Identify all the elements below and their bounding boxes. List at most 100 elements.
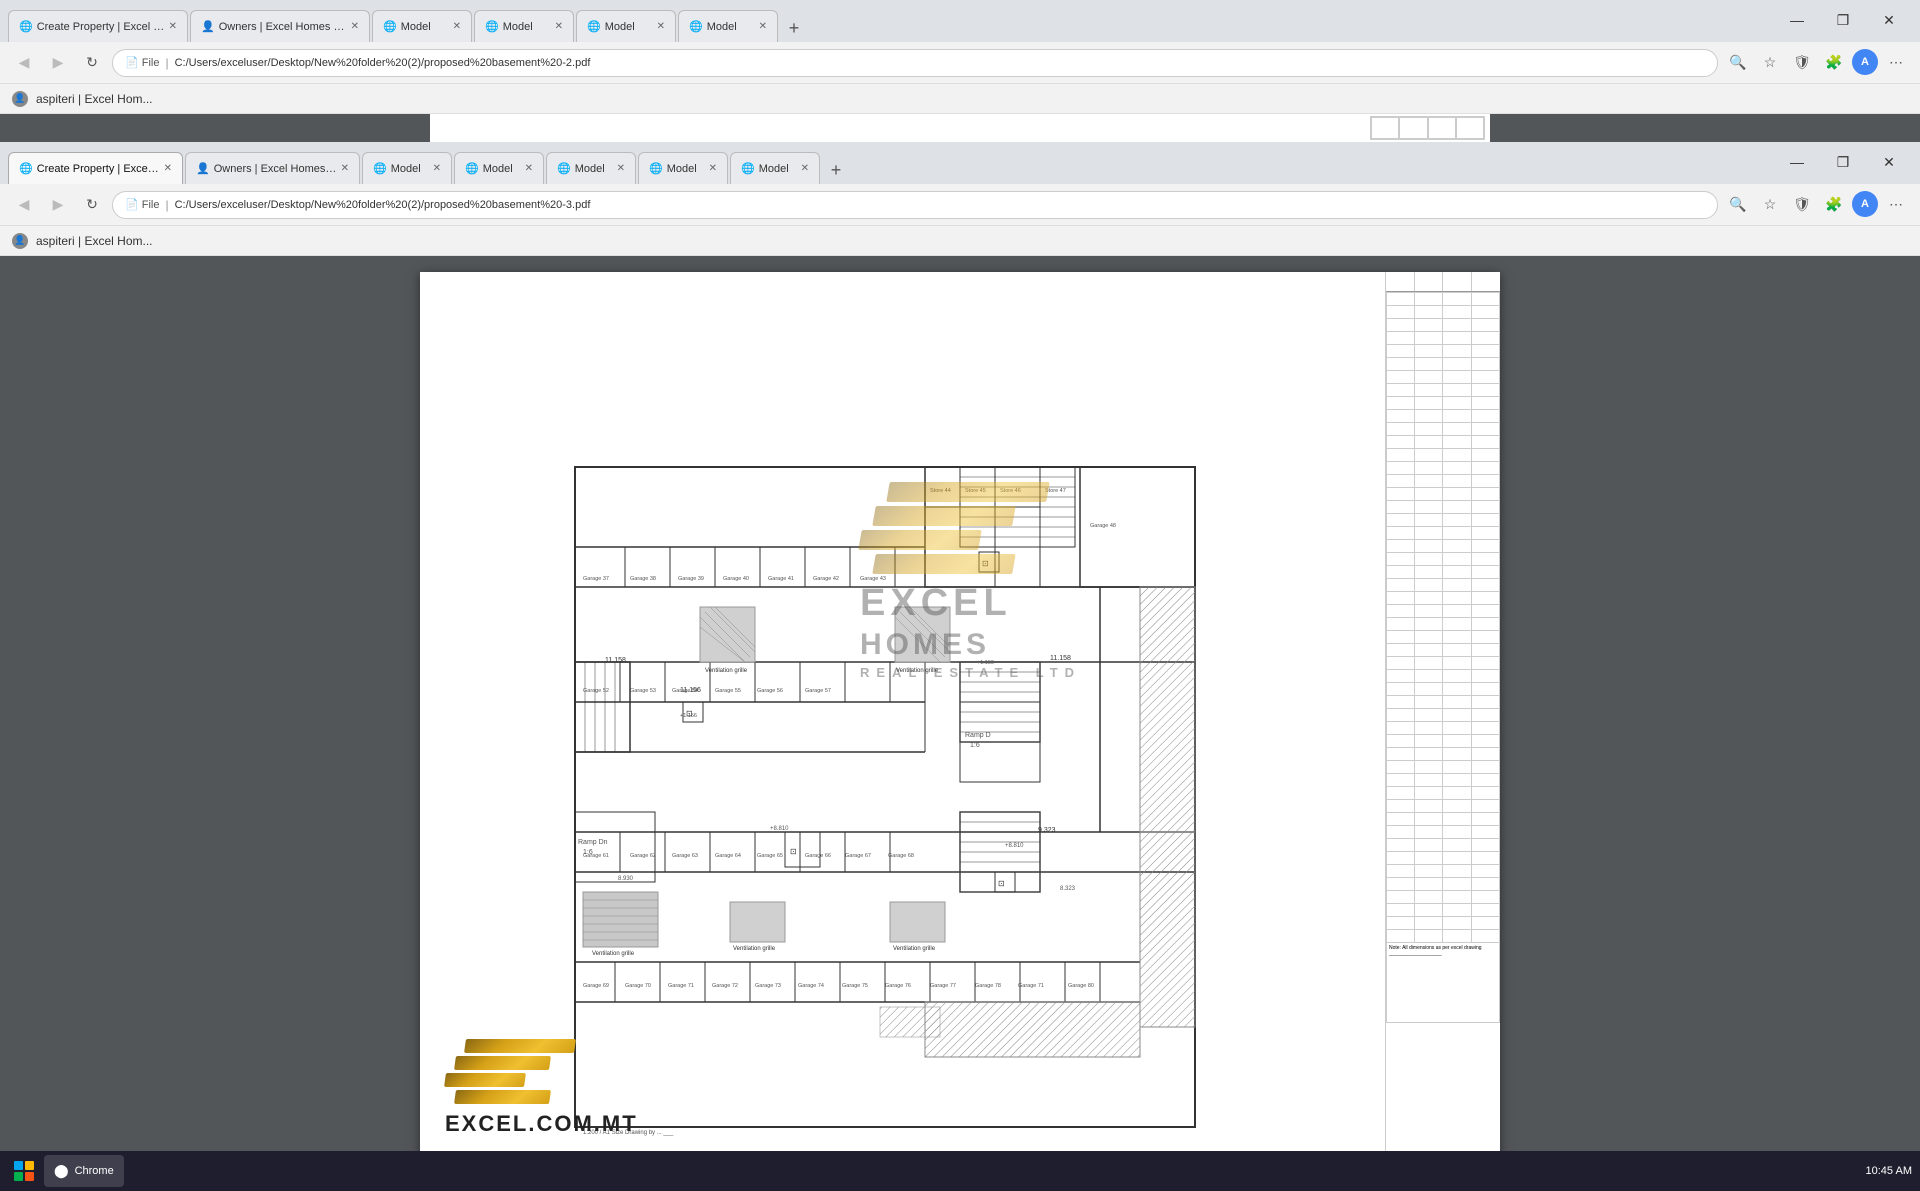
globe-icon2: 🌐 bbox=[485, 20, 499, 33]
svg-text:Ramp D: Ramp D bbox=[965, 732, 991, 739]
svg-text:+8.810: +8.810 bbox=[770, 826, 789, 832]
right-table-panel: Note: All dimensions as per excel drawin… bbox=[1385, 272, 1500, 1162]
svg-text:Garage 71: Garage 71 bbox=[668, 983, 694, 989]
forward-button-bottom[interactable]: ▶ bbox=[44, 191, 72, 219]
svg-text:⊡: ⊡ bbox=[998, 879, 1005, 888]
shield-icon[interactable]: 🛡 bbox=[1788, 49, 1816, 77]
page-icon: 🌐 bbox=[19, 20, 33, 33]
svg-text:Garage 78: Garage 78 bbox=[975, 983, 1001, 989]
brand-text-bottom: EXCEL.COM.MT bbox=[445, 1111, 638, 1137]
svg-text:+1.156: +1.156 bbox=[680, 713, 697, 719]
tab-close-icon2[interactable]: ✕ bbox=[351, 21, 359, 32]
pdf-page: Ventilation grille Ventilation grille bbox=[420, 272, 1500, 1162]
reload-button-top[interactable]: ↻ bbox=[78, 49, 106, 77]
settings-icon[interactable]: ⋯ bbox=[1882, 49, 1910, 77]
restore-button-top[interactable]: ❐ bbox=[1820, 4, 1866, 36]
page-icon-b: 🌐 bbox=[19, 162, 33, 175]
tab-owners-bottom[interactable]: 👤 Owners | Excel Homes Real... ✕ bbox=[185, 152, 360, 184]
tab-model-3-top[interactable]: 🌐 Model ✕ bbox=[576, 10, 676, 42]
taskbar-start[interactable] bbox=[8, 1155, 40, 1187]
user-text-bottom: aspiteri | Excel Hom... bbox=[36, 234, 152, 248]
forward-button-top[interactable]: ▶ bbox=[44, 49, 72, 77]
shield-icon-b[interactable]: 🛡 bbox=[1788, 191, 1816, 219]
tab-close-icon-b1[interactable]: ✕ bbox=[164, 163, 172, 174]
tab-model-4-bottom[interactable]: 🌐 Model ✕ bbox=[638, 152, 728, 184]
address-bar-top[interactable]: 📄 File | C:/Users/exceluser/Desktop/New%… bbox=[112, 49, 1718, 77]
tab-model-2-bottom[interactable]: 🌐 Model ✕ bbox=[454, 152, 544, 184]
profile-circle-bottom[interactable]: A bbox=[1852, 191, 1878, 217]
svg-text:Garage 70: Garage 70 bbox=[625, 983, 651, 989]
svg-text:Ventilation grille: Ventilation grille bbox=[705, 668, 748, 674]
svg-text:Garage 67: Garage 67 bbox=[845, 853, 871, 859]
bookmark-icon[interactable]: ☆ bbox=[1756, 49, 1784, 77]
tab-close-icon-b4[interactable]: ✕ bbox=[525, 163, 533, 174]
new-tab-button-top[interactable]: + bbox=[780, 14, 808, 42]
extension-icon-b[interactable]: 🧩 bbox=[1820, 191, 1848, 219]
svg-text:Garage 74: Garage 74 bbox=[798, 983, 824, 989]
tab-model-5-bottom[interactable]: 🌐 Model ✕ bbox=[730, 152, 820, 184]
tab-close-icon5[interactable]: ✕ bbox=[657, 21, 665, 32]
tab-model-2-top[interactable]: 🌐 Model ✕ bbox=[474, 10, 574, 42]
person-icon: 👤 bbox=[201, 20, 215, 33]
address-bar-bottom[interactable]: 📄 File | C:/Users/exceluser/Desktop/New%… bbox=[112, 191, 1718, 219]
globe-icon-b2: 🌐 bbox=[465, 162, 479, 175]
svg-text:Garage 76: Garage 76 bbox=[885, 983, 911, 989]
taskbar: ⬤ Chrome 10:45 AM bbox=[0, 1151, 1920, 1191]
svg-text:Garage 73: Garage 73 bbox=[755, 983, 781, 989]
svg-text:Garage 52: Garage 52 bbox=[583, 688, 609, 694]
tab-close-icon-b7[interactable]: ✕ bbox=[801, 163, 809, 174]
svg-text:Garage 68: Garage 68 bbox=[888, 853, 914, 859]
svg-text:Garage 61: Garage 61 bbox=[583, 853, 609, 859]
settings-icon-b[interactable]: ⋯ bbox=[1882, 191, 1910, 219]
tab-create-property-top[interactable]: 🌐 Create Property | Excel Hom... ✕ bbox=[8, 10, 188, 42]
reload-button-bottom[interactable]: ↻ bbox=[78, 191, 106, 219]
tab-model-1-bottom[interactable]: 🌐 Model ✕ bbox=[362, 152, 452, 184]
close-button-top[interactable]: ✕ bbox=[1866, 4, 1912, 36]
tab-model-3-bottom[interactable]: 🌐 Model ✕ bbox=[546, 152, 636, 184]
bookmark-icon-b[interactable]: ☆ bbox=[1756, 191, 1784, 219]
tab-close-icon-b2[interactable]: ✕ bbox=[341, 163, 349, 174]
globe-icon-b4: 🌐 bbox=[649, 162, 663, 175]
taskbar-chrome[interactable]: ⬤ Chrome bbox=[44, 1155, 124, 1187]
svg-text:Garage 75: Garage 75 bbox=[842, 983, 868, 989]
tab-close-icon-b6[interactable]: ✕ bbox=[709, 163, 717, 174]
tab-close-icon3[interactable]: ✕ bbox=[453, 21, 461, 32]
globe-icon-b5: 🌐 bbox=[741, 162, 755, 175]
back-button-top[interactable]: ◀ bbox=[10, 49, 38, 77]
tab-create-property-bottom[interactable]: 🌐 Create Property | Excel Hor... ✕ bbox=[8, 152, 183, 184]
svg-text:Garage 63: Garage 63 bbox=[672, 853, 698, 859]
svg-text:Garage 48: Garage 48 bbox=[1090, 523, 1116, 529]
tab-close-icon4[interactable]: ✕ bbox=[555, 21, 563, 32]
minimize-button-top[interactable]: — bbox=[1774, 4, 1820, 36]
taskbar-time: 10:45 AM bbox=[1866, 1165, 1912, 1177]
tab-model-4-top[interactable]: 🌐 Model ✕ bbox=[678, 10, 778, 42]
close-button-bottom[interactable]: ✕ bbox=[1866, 146, 1912, 178]
svg-text:Garage 39: Garage 39 bbox=[678, 576, 704, 582]
tab-close-icon-b5[interactable]: ✕ bbox=[617, 163, 625, 174]
back-button-bottom[interactable]: ◀ bbox=[10, 191, 38, 219]
tab-close-icon[interactable]: ✕ bbox=[169, 21, 177, 32]
restore-button-bottom[interactable]: ❐ bbox=[1820, 146, 1866, 178]
tab-close-icon6[interactable]: ✕ bbox=[759, 21, 767, 32]
svg-text:Garage 69: Garage 69 bbox=[583, 983, 609, 989]
new-tab-button-bottom[interactable]: + bbox=[822, 156, 850, 184]
svg-text:Ventilation grille: Ventilation grille bbox=[733, 946, 776, 952]
minimize-button-bottom[interactable]: — bbox=[1774, 146, 1820, 178]
zoom-icon[interactable]: 🔍 bbox=[1724, 49, 1752, 77]
svg-text:Garage 66: Garage 66 bbox=[805, 853, 831, 859]
profile-circle-top[interactable]: A bbox=[1852, 49, 1878, 75]
svg-text:11.158: 11.158 bbox=[605, 657, 626, 664]
svg-text:Garage 53: Garage 53 bbox=[630, 688, 656, 694]
svg-text:Garage 55: Garage 55 bbox=[715, 688, 741, 694]
globe-icon-b1: 🌐 bbox=[373, 162, 387, 175]
extension-icon[interactable]: 🧩 bbox=[1820, 49, 1848, 77]
pdf-viewer[interactable]: Ventilation grille Ventilation grille bbox=[0, 256, 1920, 1191]
svg-text:8.323: 8.323 bbox=[1060, 886, 1076, 892]
tab-model-1-top[interactable]: 🌐 Model ✕ bbox=[372, 10, 472, 42]
tab-owners-top[interactable]: 👤 Owners | Excel Homes Real Esta... ✕ bbox=[190, 10, 370, 42]
zoom-icon-b[interactable]: 🔍 bbox=[1724, 191, 1752, 219]
svg-text:Garage 72: Garage 72 bbox=[712, 983, 738, 989]
tab-close-icon-b3[interactable]: ✕ bbox=[433, 163, 441, 174]
bottom-logo: EXCEL.COM.MT bbox=[445, 1039, 638, 1137]
svg-text:Garage 40: Garage 40 bbox=[723, 576, 749, 582]
